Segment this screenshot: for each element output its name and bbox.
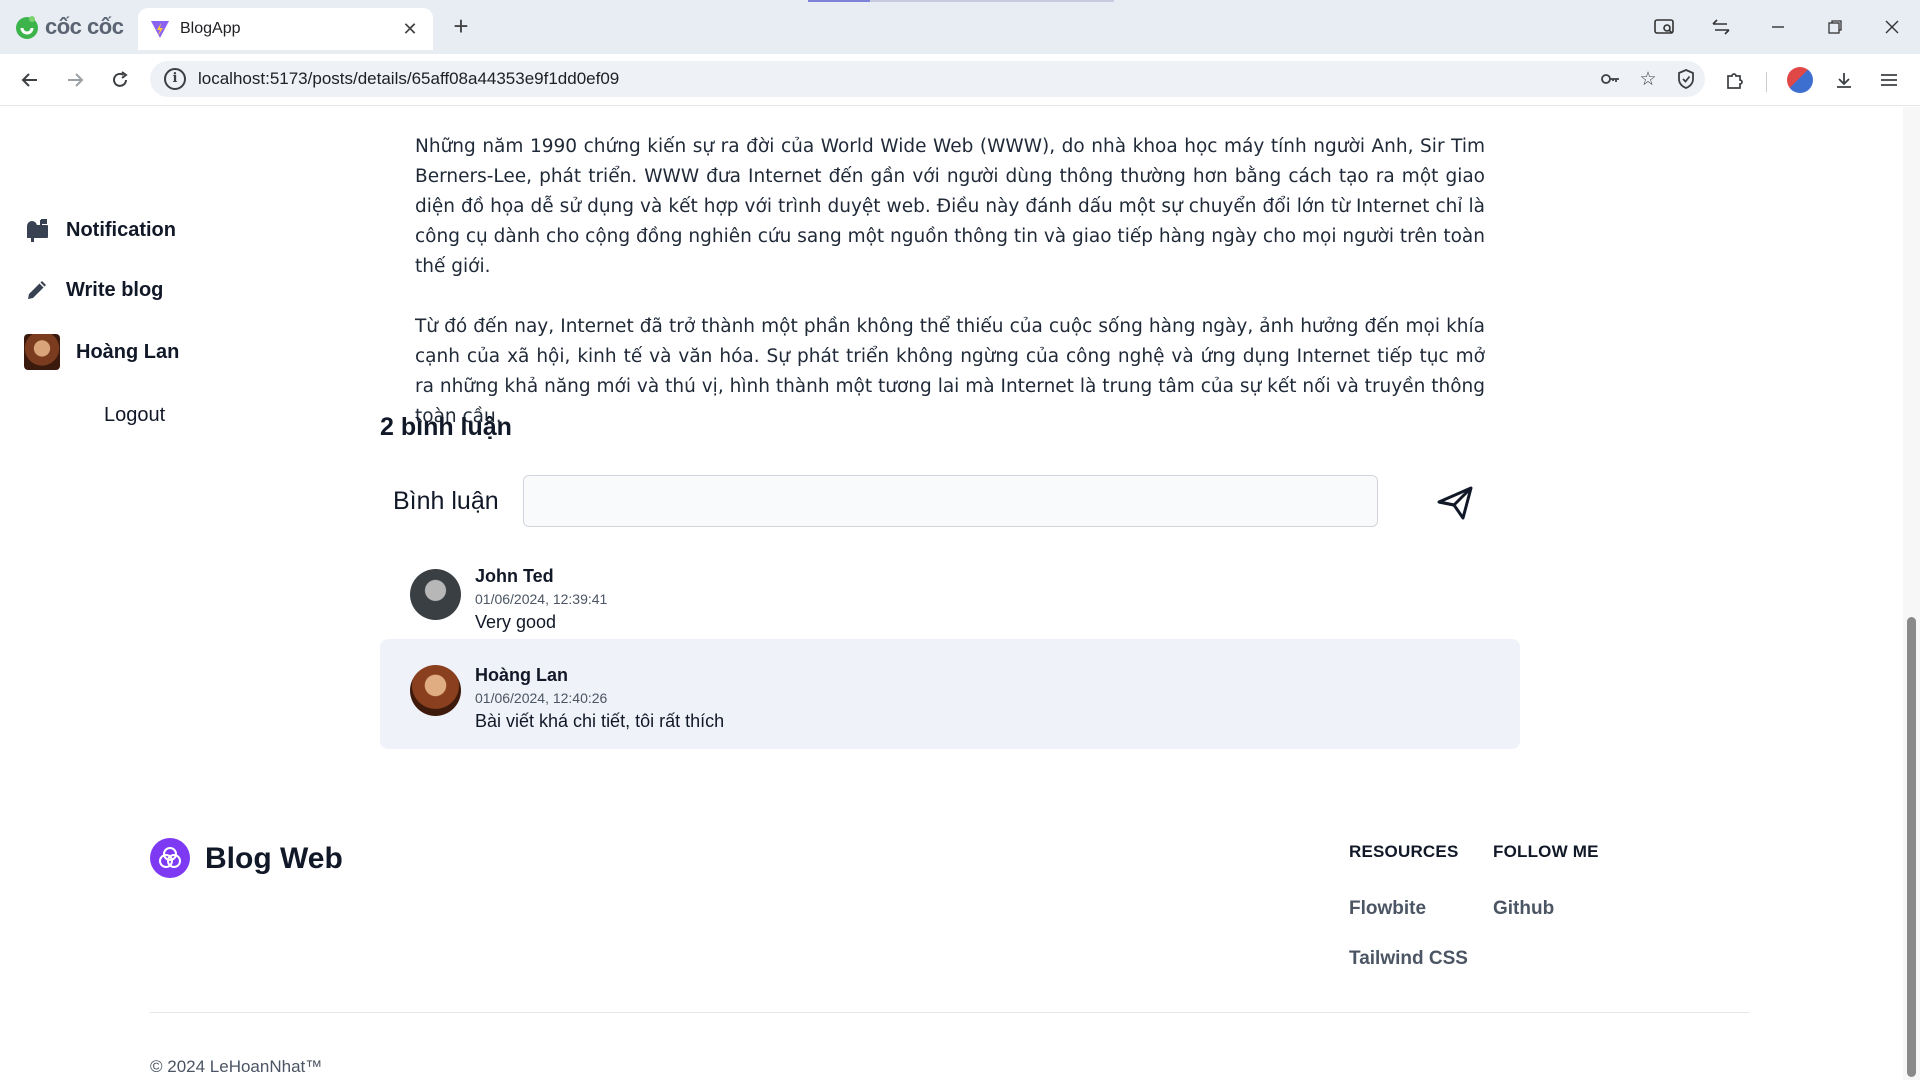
screen-capture-icon[interactable] <box>1635 0 1692 54</box>
send-paper-plane-icon[interactable] <box>1433 480 1477 524</box>
footer-resources-title: RESOURCES <box>1349 842 1459 861</box>
comment-label: Bình luận <box>393 486 499 515</box>
new-tab-button[interactable]: + <box>446 12 476 42</box>
browser-tab-strip: cốc cốc BlogApp ✕ + <box>0 0 1920 54</box>
commenter-name: Hoàng Lan <box>475 665 568 685</box>
article-body: Những năm 1990 chứng kiến sự ra đời của … <box>415 132 1485 462</box>
article-paragraph: Những năm 1990 chứng kiến sự ra đời của … <box>415 136 1485 277</box>
tab-search-icon[interactable] <box>1692 0 1749 54</box>
forward-arrow-icon[interactable] <box>59 64 91 96</box>
footer-copyright: © 2024 LeHoanNhat™ <box>150 1057 323 1076</box>
site-info-icon[interactable]: i <box>164 68 186 90</box>
comment-item: John Ted 01/06/2024, 12:39:41 Very good <box>380 541 1520 651</box>
footer-link-flowbite[interactable]: Flowbite <box>1349 898 1426 920</box>
browser-toolbar: i localhost:5173/posts/details/65aff08a4… <box>0 54 1920 106</box>
close-window-icon[interactable] <box>1863 0 1920 54</box>
sidebar-user-name: Hoàng Lan <box>76 340 180 363</box>
loading-indicator-track <box>870 0 1114 2</box>
scrollbar-thumb[interactable] <box>1907 617 1916 1077</box>
back-arrow-icon[interactable] <box>14 64 46 96</box>
footer-link-tailwind[interactable]: Tailwind CSS <box>1349 948 1468 970</box>
commenter-avatar <box>410 569 461 620</box>
shield-icon[interactable] <box>1667 61 1705 97</box>
comment-form: Bình luận <box>393 475 1503 527</box>
tab-close-icon[interactable]: ✕ <box>399 19 421 40</box>
mailbox-icon <box>27 219 48 242</box>
footer-link-github[interactable]: Github <box>1493 898 1554 920</box>
comment-item: Hoàng Lan 01/06/2024, 12:40:26 Bài viết … <box>380 639 1520 749</box>
page-content: Notification Write blog Hoàng Lan Logout… <box>0 107 1903 1080</box>
footer-follow-title: FOLLOW ME <box>1493 842 1599 861</box>
vite-favicon-icon <box>151 21 169 38</box>
comment-text: Bài viết khá chi tiết, tôi rất thích <box>475 711 725 731</box>
sidebar-item-label: Write blog <box>66 278 164 301</box>
coccoc-logo-icon <box>16 16 38 39</box>
tab-title: BlogApp <box>180 20 241 37</box>
reload-icon[interactable] <box>104 64 136 96</box>
footer-brand-name[interactable]: Blog Web <box>205 842 343 876</box>
sidebar-item-notification[interactable]: Notification <box>24 217 176 243</box>
browser-brand-name: cốc cốc <box>45 14 124 39</box>
comment-date: 01/06/2024, 12:40:26 <box>475 690 608 706</box>
key-icon[interactable] <box>1591 61 1629 97</box>
logout-button[interactable]: Logout <box>104 404 165 427</box>
address-bar-url[interactable]: localhost:5173/posts/details/65aff08a443… <box>198 69 1591 89</box>
comments-count-heading: 2 bình luận <box>380 413 512 441</box>
menu-hamburger-icon[interactable] <box>1871 62 1907 98</box>
minimize-icon[interactable] <box>1749 0 1806 54</box>
footer-logo-icon[interactable] <box>150 838 190 878</box>
sidebar-item-write-blog[interactable]: Write blog <box>24 277 163 303</box>
sidebar-item-label: Notification <box>66 218 176 241</box>
address-bar[interactable]: i localhost:5173/posts/details/65aff08a4… <box>150 61 1705 97</box>
comment-date: 01/06/2024, 12:39:41 <box>475 591 608 607</box>
sidebar-item-profile[interactable]: Hoàng Lan <box>24 334 179 370</box>
avatar <box>24 334 60 370</box>
bookmark-star-icon[interactable]: ☆ <box>1629 61 1667 97</box>
browser-brand[interactable]: cốc cốc <box>14 12 124 42</box>
page-scrollbar[interactable] <box>1903 107 1920 1080</box>
comment-text: Very good <box>475 612 557 632</box>
commenter-name: John Ted <box>475 566 554 586</box>
pencil-icon <box>28 281 46 299</box>
download-icon[interactable] <box>1826 62 1862 98</box>
commenter-avatar <box>410 665 461 716</box>
restore-icon[interactable] <box>1806 0 1863 54</box>
extensions-puzzle-icon[interactable] <box>1717 62 1753 98</box>
article-paragraph: Từ đó đến nay, Internet đã trở thành một… <box>415 316 1485 427</box>
comment-input[interactable] <box>523 475 1378 527</box>
tab-blogapp[interactable]: BlogApp ✕ <box>138 8 433 50</box>
loading-indicator <box>808 0 870 2</box>
window-controls <box>1635 0 1920 54</box>
toolbar-separator <box>1766 72 1767 92</box>
profile-avatar-icon[interactable] <box>1782 62 1818 98</box>
footer-divider <box>150 1012 1750 1013</box>
